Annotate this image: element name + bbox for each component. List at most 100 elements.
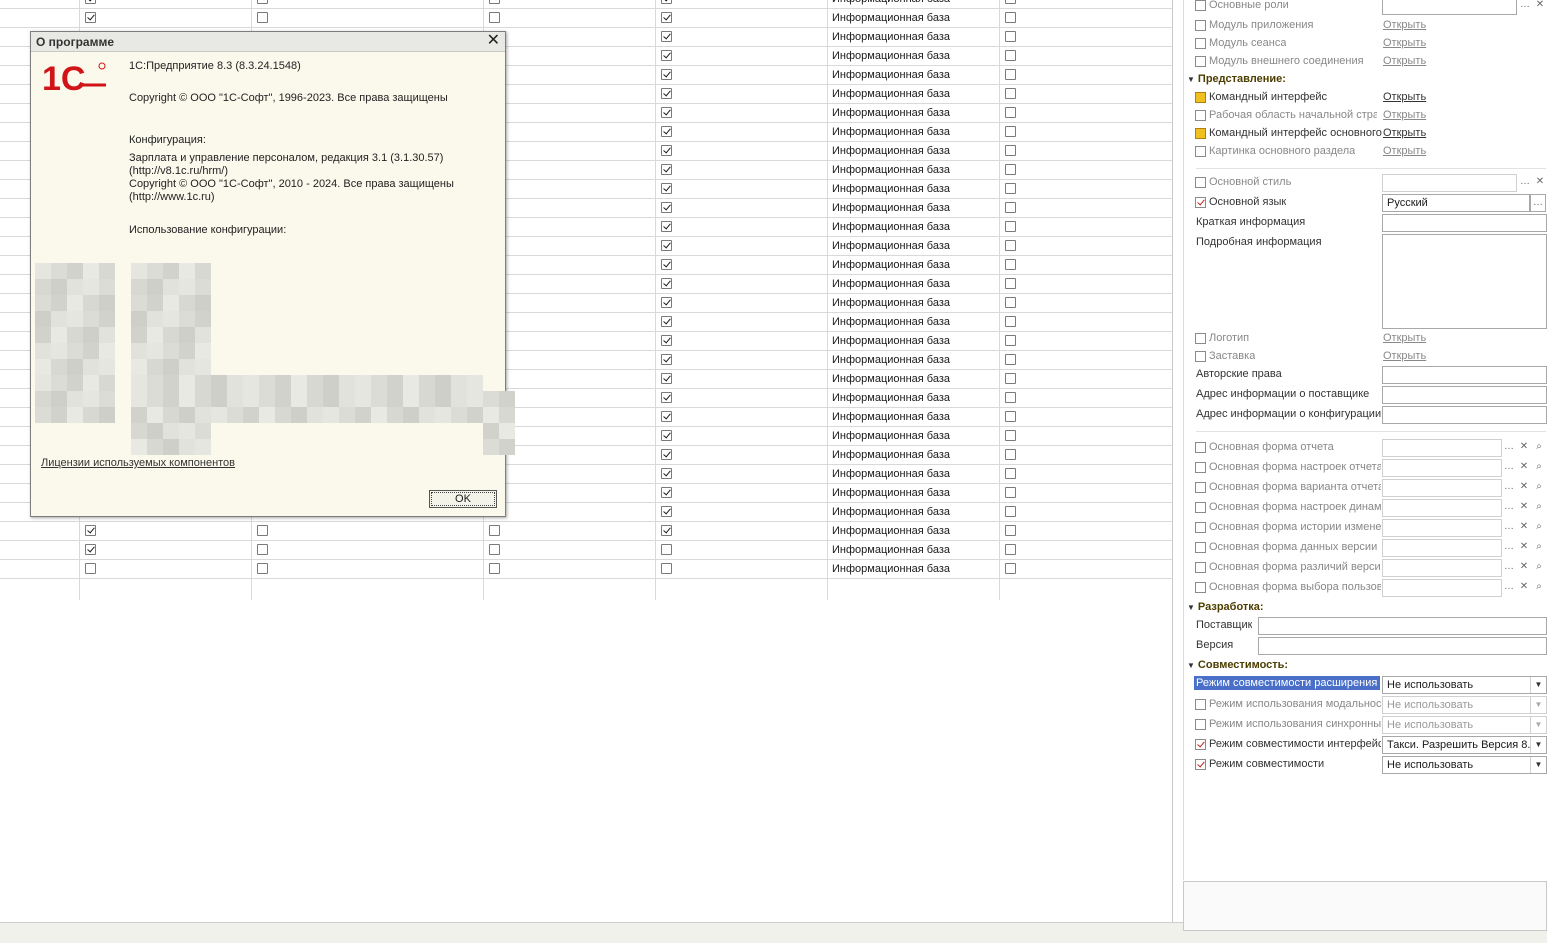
modality-checkbox[interactable] bbox=[1195, 699, 1206, 710]
table-row[interactable]: Информационная база bbox=[0, 541, 1172, 560]
row-checkbox[interactable] bbox=[1005, 0, 1016, 4]
row-checkbox[interactable] bbox=[661, 335, 672, 346]
row-checkbox[interactable] bbox=[1005, 525, 1016, 536]
form-checkbox[interactable] bbox=[1195, 522, 1206, 533]
row-checkbox[interactable] bbox=[1005, 563, 1016, 574]
select-button[interactable]: … bbox=[1517, 174, 1533, 192]
row-checkbox[interactable] bbox=[661, 12, 672, 23]
brief-info-field[interactable] bbox=[1382, 214, 1547, 232]
table-row[interactable]: Информационная база bbox=[0, 522, 1172, 541]
row-checkbox[interactable] bbox=[661, 525, 672, 536]
row-checkbox[interactable] bbox=[661, 145, 672, 156]
row-checkbox[interactable] bbox=[1005, 316, 1016, 327]
row-checkbox[interactable] bbox=[661, 430, 672, 441]
row-checkbox[interactable] bbox=[1005, 88, 1016, 99]
row-checkbox[interactable] bbox=[661, 373, 672, 384]
row-checkbox[interactable] bbox=[661, 487, 672, 498]
clear-icon[interactable]: ✕ bbox=[1532, 0, 1547, 15]
select-button[interactable]: … bbox=[1501, 579, 1517, 597]
section-dev[interactable]: ▼ Разработка: bbox=[1187, 601, 1264, 613]
row-checkbox[interactable] bbox=[85, 544, 96, 555]
row-checkbox[interactable] bbox=[1005, 468, 1016, 479]
copyright-field[interactable] bbox=[1382, 366, 1547, 384]
form-field[interactable] bbox=[1382, 459, 1502, 477]
row-checkbox[interactable] bbox=[257, 0, 268, 4]
logo-checkbox[interactable] bbox=[1195, 333, 1206, 344]
dialog-titlebar[interactable]: О программе ✕ bbox=[31, 32, 505, 52]
row-checkbox[interactable] bbox=[661, 544, 672, 555]
row-checkbox[interactable] bbox=[1005, 278, 1016, 289]
row-checkbox[interactable] bbox=[1005, 354, 1016, 365]
form-checkbox[interactable] bbox=[1195, 502, 1206, 513]
search-icon[interactable]: ⌕ bbox=[1531, 559, 1547, 577]
row-checkbox[interactable] bbox=[1005, 335, 1016, 346]
row-checkbox[interactable] bbox=[1005, 430, 1016, 441]
interface-compat-checkbox[interactable] bbox=[1195, 739, 1206, 750]
row-checkbox[interactable] bbox=[257, 12, 268, 23]
chevron-down-icon[interactable]: ▼ bbox=[1530, 697, 1546, 713]
table-row[interactable]: Информационная база bbox=[0, 0, 1172, 9]
form-field[interactable] bbox=[1382, 519, 1502, 537]
basic-roles-field[interactable] bbox=[1382, 0, 1517, 15]
compat-mode-select[interactable]: Не использовать ▼ bbox=[1382, 756, 1547, 774]
form-field[interactable] bbox=[1382, 559, 1502, 577]
row-checkbox[interactable] bbox=[1005, 506, 1016, 517]
row-checkbox[interactable] bbox=[1005, 164, 1016, 175]
row-checkbox[interactable] bbox=[85, 0, 96, 4]
clear-icon[interactable]: ✕ bbox=[1516, 479, 1532, 497]
app-module-checkbox[interactable] bbox=[1195, 20, 1206, 31]
row-checkbox[interactable] bbox=[1005, 449, 1016, 460]
row-checkbox[interactable] bbox=[661, 107, 672, 118]
row-checkbox[interactable] bbox=[661, 202, 672, 213]
licenses-link[interactable]: Лицензии используемых компонентов bbox=[41, 457, 235, 469]
select-button[interactable]: … bbox=[1530, 194, 1546, 212]
row-checkbox[interactable] bbox=[661, 468, 672, 479]
row-checkbox[interactable] bbox=[661, 221, 672, 232]
row-checkbox[interactable] bbox=[257, 525, 268, 536]
session-module-checkbox[interactable] bbox=[1195, 38, 1206, 49]
row-checkbox[interactable] bbox=[661, 297, 672, 308]
row-checkbox[interactable] bbox=[661, 0, 672, 4]
ext-conn-module-checkbox[interactable] bbox=[1195, 56, 1206, 67]
row-checkbox[interactable] bbox=[1005, 221, 1016, 232]
row-checkbox[interactable] bbox=[489, 12, 500, 23]
section-compat[interactable]: ▼ Совместимость: bbox=[1187, 659, 1288, 671]
form-field[interactable] bbox=[1382, 539, 1502, 557]
basic-roles-checkbox[interactable] bbox=[1195, 0, 1206, 11]
row-checkbox[interactable] bbox=[661, 31, 672, 42]
chevron-down-icon[interactable]: ▼ bbox=[1530, 737, 1546, 753]
row-checkbox[interactable] bbox=[257, 544, 268, 555]
chevron-down-icon[interactable]: ▼ bbox=[1530, 757, 1546, 773]
row-checkbox[interactable] bbox=[85, 12, 96, 23]
row-checkbox[interactable] bbox=[1005, 12, 1016, 23]
form-field[interactable] bbox=[1382, 499, 1502, 517]
row-checkbox[interactable] bbox=[661, 411, 672, 422]
select-button[interactable]: … bbox=[1501, 519, 1517, 537]
form-field[interactable] bbox=[1382, 439, 1502, 457]
sync-calls-checkbox[interactable] bbox=[1195, 719, 1206, 730]
row-checkbox[interactable] bbox=[1005, 411, 1016, 422]
main-style-field[interactable] bbox=[1382, 174, 1517, 192]
modality-select[interactable]: Не использовать ▼ bbox=[1382, 696, 1547, 714]
select-button[interactable]: … bbox=[1517, 0, 1533, 15]
vendor-address-field[interactable] bbox=[1382, 386, 1547, 404]
interface-compat-select[interactable]: Такси. Разрешить Версия 8.2 ▼ bbox=[1382, 736, 1547, 754]
chevron-down-icon[interactable]: ▼ bbox=[1530, 677, 1546, 693]
main-section-picture-checkbox[interactable] bbox=[1195, 146, 1206, 157]
search-icon[interactable]: ⌕ bbox=[1531, 579, 1547, 597]
open-link[interactable]: Открыть bbox=[1383, 109, 1426, 121]
select-button[interactable]: … bbox=[1501, 559, 1517, 577]
clear-icon[interactable]: ✕ bbox=[1516, 499, 1532, 517]
row-checkbox[interactable] bbox=[661, 316, 672, 327]
form-checkbox[interactable] bbox=[1195, 482, 1206, 493]
clear-icon[interactable]: ✕ bbox=[1516, 439, 1532, 457]
form-checkbox[interactable] bbox=[1195, 582, 1206, 593]
search-icon[interactable]: ⌕ bbox=[1531, 479, 1547, 497]
row-checkbox[interactable] bbox=[661, 278, 672, 289]
select-button[interactable]: … bbox=[1501, 539, 1517, 557]
search-icon[interactable]: ⌕ bbox=[1531, 499, 1547, 517]
row-checkbox[interactable] bbox=[661, 183, 672, 194]
form-checkbox[interactable] bbox=[1195, 442, 1206, 453]
filled-property-icon[interactable] bbox=[1195, 128, 1206, 139]
open-link[interactable]: Открыть bbox=[1383, 332, 1426, 344]
